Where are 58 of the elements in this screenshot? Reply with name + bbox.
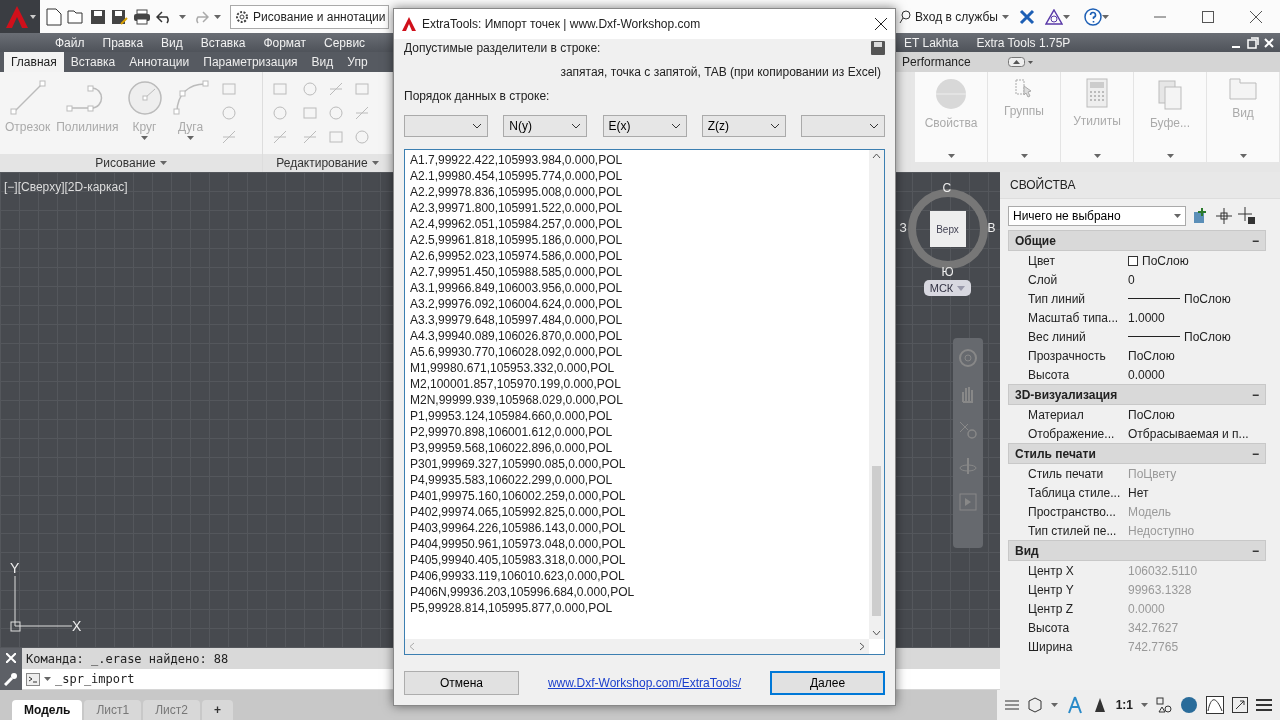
palette-title: СВОЙСТВА: [1000, 172, 1280, 199]
text-line: A3.1,99966.849,106003.956,0.000,POL: [410, 280, 624, 296]
compass-label: Ю: [941, 265, 954, 279]
property-label: Материал: [1028, 407, 1085, 422]
property-label: Вес линий: [1028, 329, 1087, 344]
text-line: P405,99940.405,105983.318,0.000,POL: [410, 552, 627, 568]
property-label: Тип стилей пе...: [1028, 523, 1118, 538]
property-label: Центр Y: [1028, 582, 1075, 597]
property-label: Масштаб типа...: [1028, 310, 1120, 325]
compass-label: З: [899, 221, 907, 235]
text-line: P406N,99936.203,105996.684,0.000,POL: [410, 584, 636, 600]
text-line: A2.1,99980.454,105995.774,0.000,POL: [410, 168, 624, 184]
compass-label: С: [942, 181, 952, 195]
text-line: A2.3,99971.800,105991.522,0.000,POL: [410, 200, 624, 216]
text-line: P401,99975.160,106002.259,0.000,POL: [410, 488, 627, 504]
text-line: A1.7,99922.422,105993.984,0.000,POL: [410, 152, 624, 168]
text-line: A4.3,99940.089,106026.870,0.000,POL: [410, 328, 624, 344]
property-label: Отображение...: [1028, 426, 1116, 441]
text-line: P5,99928.814,105995.877,0.000,POL: [410, 600, 614, 616]
text-line: A2.5,99961.818,105995.186,0.000,POL: [410, 232, 624, 248]
text-line: P1,99953.124,105984.660,0.000,POL: [410, 408, 614, 424]
property-label: Цвет: [1028, 253, 1056, 268]
text-line: P403,99964.226,105986.143,0.000,POL: [410, 520, 627, 536]
text-line: P3,99959.568,106022.896,0.000,POL: [410, 440, 614, 456]
compass-label: В: [987, 221, 996, 235]
property-label: Таблица стиле...: [1028, 485, 1122, 500]
axis-label: X: [72, 618, 82, 634]
text-line: A2.6,99952.023,105974.586,0.000,POL: [410, 248, 624, 264]
text-line: A2.7,99951.450,105988.585,0.000,POL: [410, 264, 624, 280]
text-line: A5.6,99930.770,106028.092,0.000,POL: [410, 344, 624, 360]
property-label: Центр X: [1028, 563, 1075, 578]
field-label: Порядок данных в строке:: [404, 89, 551, 103]
text-line: P402,99974.065,105992.825,0.000,POL: [410, 504, 627, 520]
text-line: P406,99933.119,106010.623,0.000,POL: [410, 568, 626, 584]
property-label: Центр Z: [1028, 601, 1074, 616]
property-label: Пространство...: [1028, 504, 1117, 519]
text-line: P2,99970.898,106001.612,0.000,POL: [410, 424, 614, 440]
dialog-title: ExtraTools: Импорт точек | www.Dxf-Workshop.com: [422, 17, 701, 31]
text-line: A3.3,99979.648,105997.484,0.000,POL: [410, 312, 624, 328]
axis-label: Y: [10, 560, 20, 576]
property-label: Тип линий: [1028, 291, 1087, 306]
property-label: Ширина: [1028, 639, 1074, 654]
text-line: M2N,99999.939,105968.029,0.000,POL: [410, 392, 624, 408]
separators-text: запятая, точка с запятой, TAB (при копировании из Excel): [559, 64, 882, 81]
property-label: Высота: [1028, 367, 1071, 382]
field-label: Допустимые разделители в строке:: [404, 41, 601, 55]
property-label: Стиль печати: [1028, 466, 1105, 481]
text-line: M1,99980.671,105953.332,0.000,POL: [410, 360, 616, 376]
text-line: A2.4,99962.051,105984.257,0.000,POL: [410, 216, 624, 232]
text-line: P301,99969.327,105990.085,0.000,POL: [410, 456, 627, 472]
property-label: Прозрачность: [1028, 348, 1107, 363]
property-label: Высота: [1028, 620, 1071, 635]
text-line: P404,99950.961,105973.048,0.000,POL: [410, 536, 627, 552]
text-line: M2,100001.857,105970.199,0.000,POL: [410, 376, 622, 392]
text-line: A3.2,99976.092,106004.624,0.000,POL: [410, 296, 624, 312]
property-label: Слой: [1028, 272, 1059, 287]
text-line: P4,99935.583,106022.299,0.000,POL: [410, 472, 614, 488]
text-line: A2.2,99978.836,105995.008,0.000,POL: [410, 184, 624, 200]
